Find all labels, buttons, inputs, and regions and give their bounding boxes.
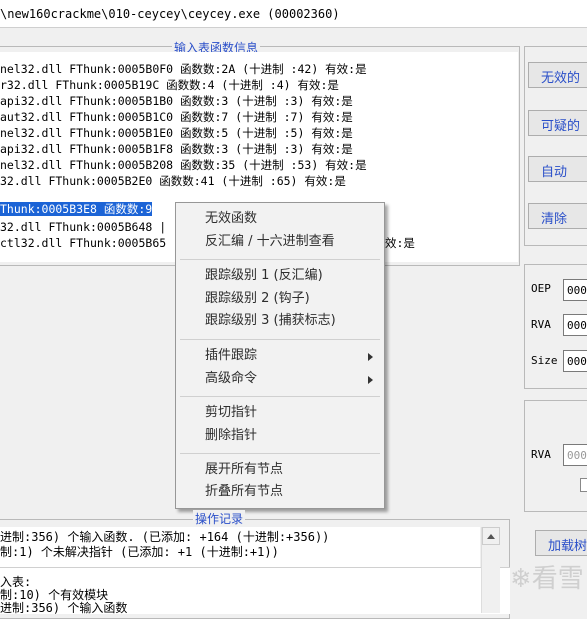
import-row[interactable]: r32.dll FThunk:0005B19C 函数数:4 (十进制 :4) 有… [0,78,339,93]
log-output-bottom: 入表: 制:10) 个有效模块 进制:356) 个输入函数 [0,567,510,614]
invalid-button[interactable]: 无效的 [528,62,587,88]
size-label: Size [531,354,558,367]
oep-label: OEP [531,282,551,295]
menu-item-plugin-trace[interactable]: 插件跟踪 [205,346,257,366]
import-row[interactable]: aut32.dll FThunk:0005B1C0 函数数:7 (十进制 :7)… [0,110,353,125]
import-row[interactable]: nel32.dll FThunk:0005B0F0 函数数:2A (十进制 :4… [0,62,367,77]
log-output-top: 进制:356) 个输入函数. (已添加: +164 (十进制:+356)) 制:… [0,527,480,567]
menu-separator [180,339,380,340]
menu-separator [180,453,380,454]
import-row-selected[interactable]: Thunk:0005B3E8 函数数:9 [0,202,153,217]
scroll-up-icon[interactable] [482,527,500,545]
menu-item-collapse-all[interactable]: 折叠所有节点 [205,482,283,502]
dump-checkbox[interactable] [580,478,587,492]
log-line: 进制:356) 个输入函数 [0,601,128,614]
rva2-input[interactable]: 000 [563,444,587,466]
load-tree-button[interactable]: 加载树 [535,530,587,556]
snowflake-icon: ❄ [510,564,532,594]
import-row-tail: 效:是 [385,236,415,250]
clear-button[interactable]: 清除 [528,203,587,229]
log-scrollbar[interactable] [481,527,500,613]
import-row[interactable]: api32.dll FThunk:0005B1F8 函数数:3 (十进制 :3)… [0,142,353,157]
rva-input[interactable]: 000 [563,314,587,336]
auto-button[interactable]: 自动 [528,156,587,182]
watermark: ❄看雪 [510,564,584,594]
menu-item-delete-pointer[interactable]: 删除指针 [205,426,257,446]
suspect-button[interactable]: 可疑的 [528,110,587,136]
menu-separator [180,259,380,260]
menu-item-trace-level-3[interactable]: 跟踪级别 3 (捕获标志) [205,311,336,331]
log-legend: 操作记录 [193,510,246,527]
oep-input[interactable]: 000 [563,279,587,301]
import-row[interactable]: nel32.dll FThunk:0005B208 函数数:35 (十进制 :5… [0,158,367,173]
menu-item-expand-all[interactable]: 展开所有节点 [205,460,283,480]
rva2-label: RVA [531,448,551,461]
menu-item-disassemble-hex[interactable]: 反汇编 / 十六进制查看 [205,232,335,252]
import-row[interactable]: nel32.dll FThunk:0005B1E0 函数数:5 (十进制 :5)… [0,126,353,141]
submenu-arrow-icon [368,376,373,384]
log-line: 制:1) 个未解决指针 (已添加: +1 (十进制:+1)) [0,545,279,559]
rva-label: RVA [531,318,551,331]
import-row[interactable]: 32.dll FThunk:0005B2E0 函数数:41 (十进制 :65) … [0,174,346,189]
window-titlebar: \new160crackme\010-ceycey\ceycey.exe (00… [0,0,587,28]
import-row[interactable]: ctl32.dll FThunk:0005B65 [0,236,166,251]
window-title: \new160crackme\010-ceycey\ceycey.exe (00… [0,7,340,21]
context-menu: 无效函数 反汇编 / 十六进制查看 跟踪级别 1 (反汇编) 跟踪级别 2 (钩… [175,202,385,509]
menu-item-advanced-commands[interactable]: 高级命令 [205,369,257,389]
size-input[interactable]: 000 [563,350,587,372]
import-row[interactable]: api32.dll FThunk:0005B1B0 函数数:3 (十进制 :3)… [0,94,353,109]
menu-item-invalid-function[interactable]: 无效函数 [205,209,257,229]
menu-item-trace-level-1[interactable]: 跟踪级别 1 (反汇编) [205,266,323,286]
menu-separator [180,396,380,397]
menu-item-cut-pointer[interactable]: 剪切指针 [205,403,257,423]
import-row[interactable]: 32.dll FThunk:0005B648 | [0,220,166,235]
menu-item-trace-level-2[interactable]: 跟踪级别 2 (钩子) [205,289,310,309]
submenu-arrow-icon [368,353,373,361]
log-line: 进制:356) 个输入函数. (已添加: +164 (十进制:+356)) [0,530,330,544]
